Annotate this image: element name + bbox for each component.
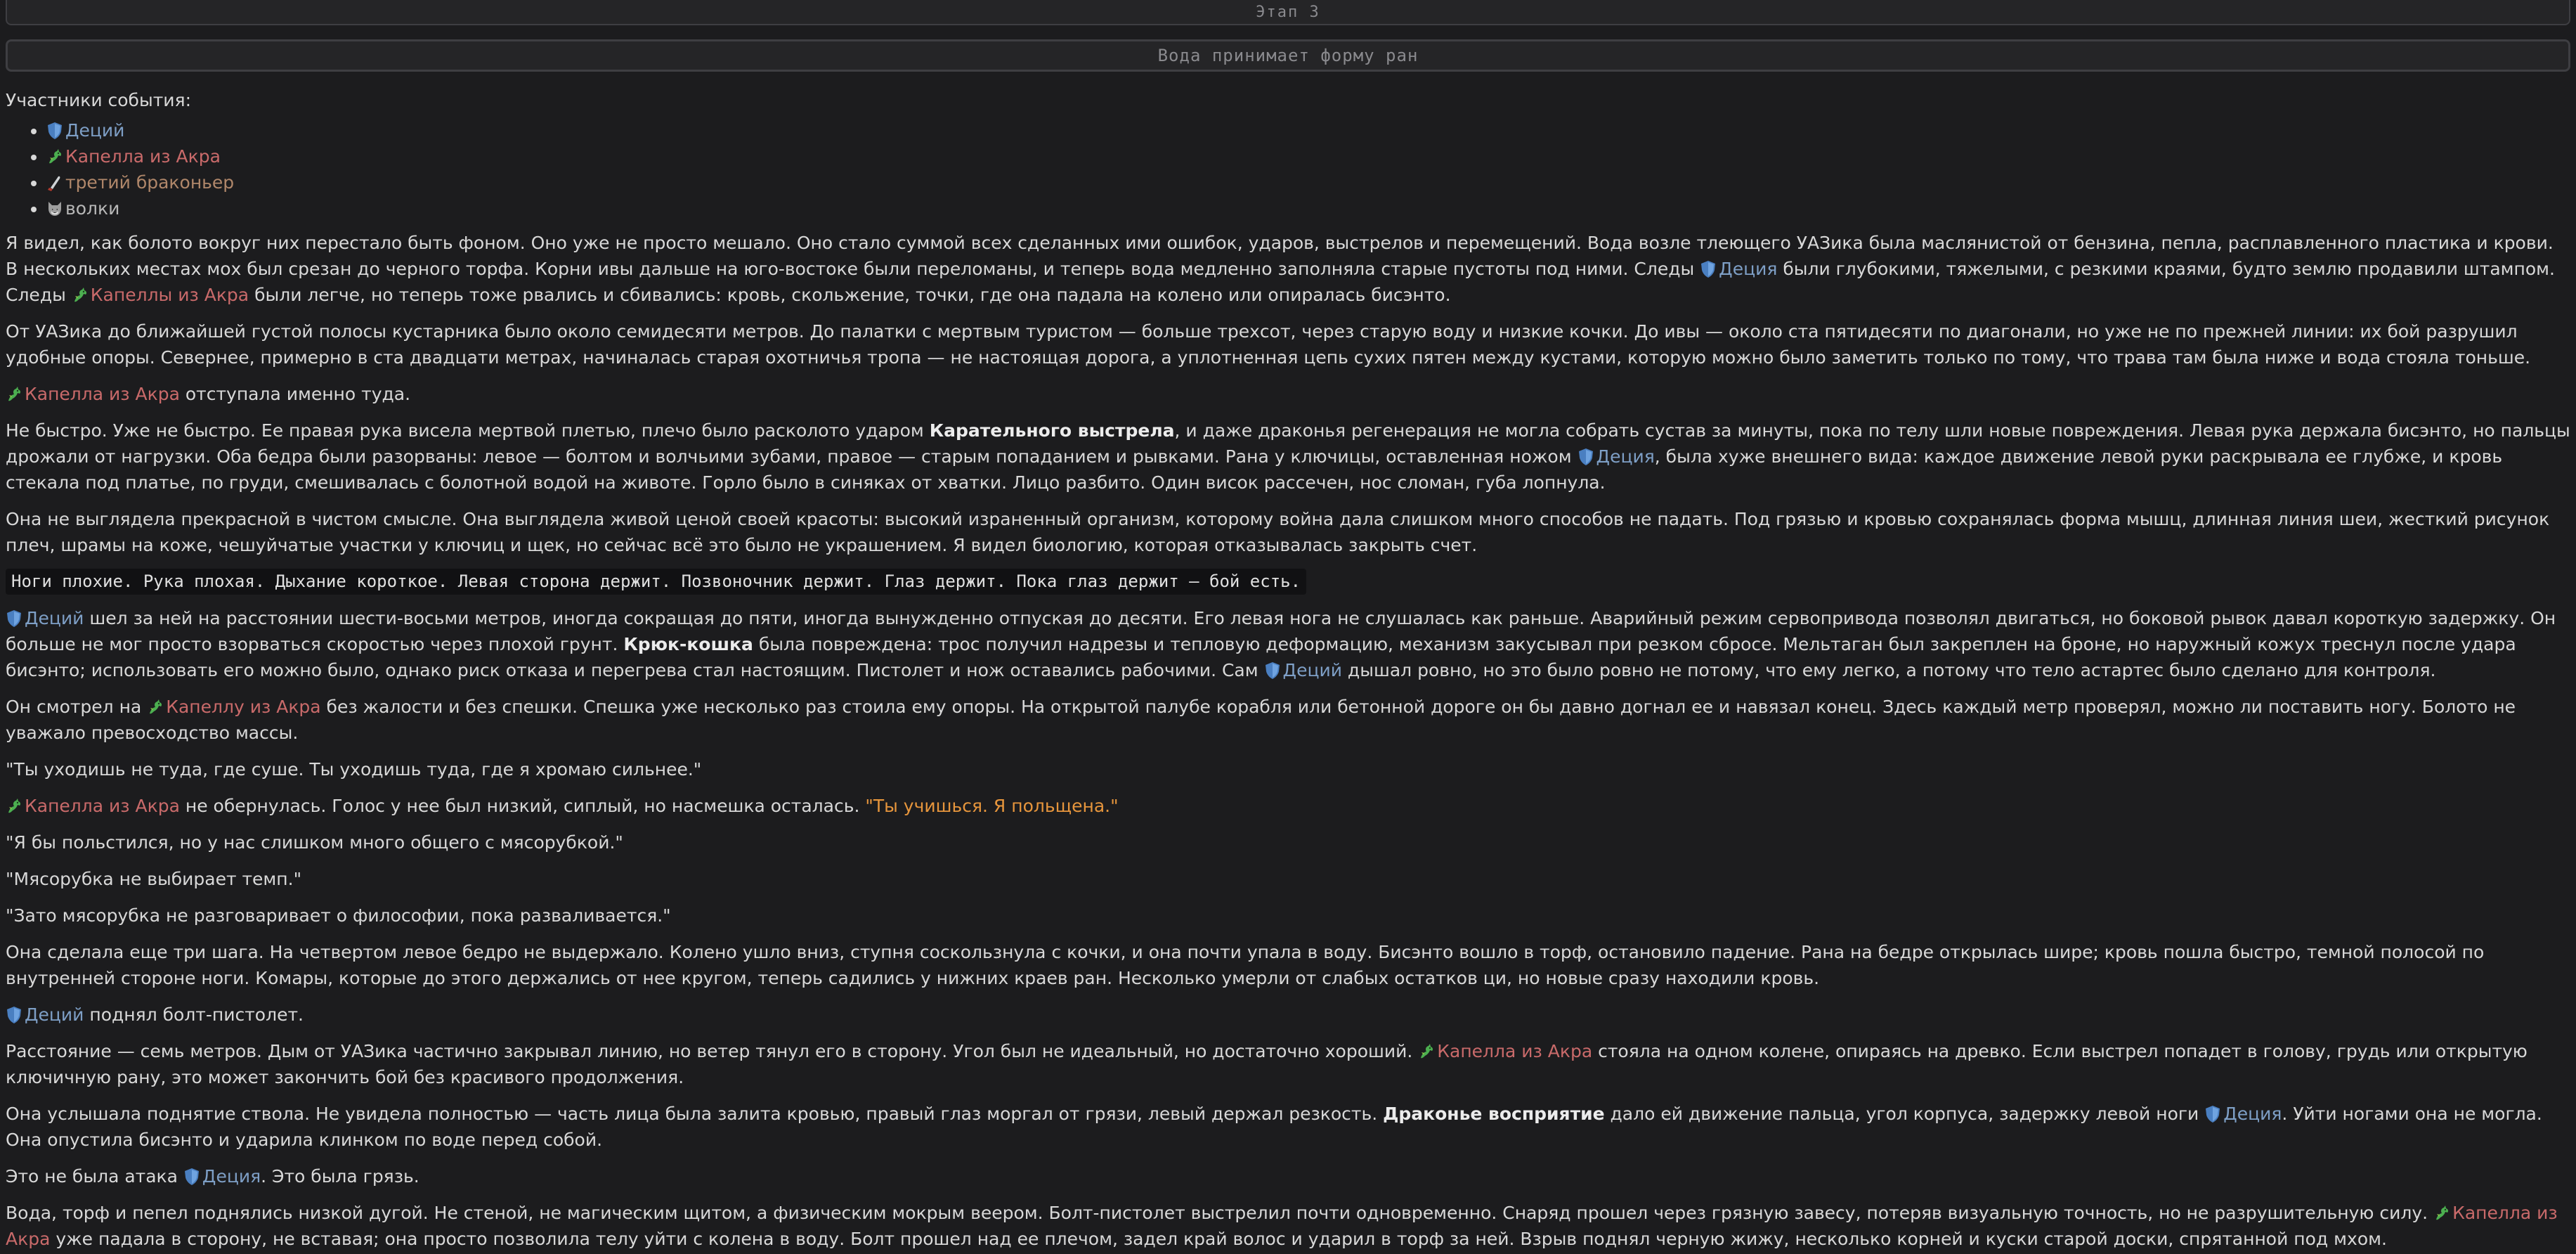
shield-icon xyxy=(2204,1105,2221,1123)
text: дало ей движение пальца, угол корпуса, з… xyxy=(1604,1104,2205,1124)
dragon-icon xyxy=(147,698,164,716)
paragraph-1: Я видел, как болото вокруг них перестало… xyxy=(6,230,2570,308)
text: Расстояние — семь метров. Дым от УАЗика … xyxy=(6,1041,1419,1061)
dragon-icon xyxy=(46,148,63,166)
mention-capella: Капеллу из Акра xyxy=(166,697,321,717)
paragraph-2: От УАЗика до ближайшей густой полосы кус… xyxy=(6,321,2531,368)
event-title: Вода принимает форму ран xyxy=(1157,46,1419,65)
participants-heading: Участники события: xyxy=(6,90,191,110)
text: без жалости и без спешки. Спешка уже нес… xyxy=(6,697,2516,743)
participant-wolves: волки xyxy=(46,195,2570,221)
dragon-icon xyxy=(6,385,22,403)
quote-4: "Мясорубка не выбирает темп." xyxy=(6,869,302,889)
mention-decius: Деций xyxy=(25,608,84,628)
participant-poacher: третий браконьер xyxy=(46,169,2570,195)
participant-decius: Деций xyxy=(46,117,2570,143)
text: дышал ровно, но это было ровно не потому… xyxy=(1341,660,2436,680)
participant-name: Капелла из Акра xyxy=(65,146,221,167)
shield-icon xyxy=(1700,260,1717,278)
text: не обернулась. Голос у нее был низкий, с… xyxy=(179,796,866,816)
paragraph-12: Она услышала поднятие ствола. Не увидела… xyxy=(6,1101,2570,1153)
stage-header[interactable]: Этап 3 xyxy=(6,0,2570,25)
paragraph-9: Она сделала еще три шага. На четвертом л… xyxy=(6,942,2485,988)
mention-decius: Деция xyxy=(202,1166,261,1187)
participant-name: волки xyxy=(65,198,120,219)
term-hook-cat: Крюк-кошка xyxy=(623,634,753,654)
event-title-bar[interactable]: Вода принимает форму ран xyxy=(6,39,2570,72)
mention-decius: Деций xyxy=(1282,660,1342,680)
mention-capella: Капелла из Акра xyxy=(25,384,180,404)
quote-3: "Я бы польстился, но у нас слишком много… xyxy=(6,832,623,853)
shield-icon xyxy=(46,122,63,140)
term-punitive-shot: Карательного выстрела xyxy=(929,420,1175,441)
paragraph-11: Расстояние — семь метров. Дым от УАЗика … xyxy=(6,1038,2570,1090)
text: отступала именно туда. xyxy=(179,384,411,404)
stage-label: Этап 3 xyxy=(1256,3,1320,21)
text: Она услышала поднятие ствола. Не увидела… xyxy=(6,1104,1384,1124)
shield-icon xyxy=(6,1006,22,1024)
text: были легче, но теперь тоже рвались и сби… xyxy=(249,285,1451,305)
participant-capella: Капелла из Акра xyxy=(46,143,2570,169)
participants-list: Деций Капелла из Акра третий браконьер в… xyxy=(6,117,2570,221)
shield-icon xyxy=(1578,448,1594,466)
participant-name: третий браконьер xyxy=(65,172,235,193)
quote-1: "Ты уходишь не туда, где суше. Ты уходиш… xyxy=(6,759,702,780)
text: Вода, торф и пепел поднялись низкой дуго… xyxy=(6,1203,2434,1223)
text: уже падала в сторону, не вставая; она пр… xyxy=(50,1229,2387,1249)
paragraph-10: Деций поднял болт-пистолет. xyxy=(6,1002,2570,1028)
paragraph-5: Она не выглядела прекрасной в чистом смы… xyxy=(6,509,2550,555)
mention-capella: Капеллы из Акра xyxy=(90,285,249,305)
text: . Это была грязь. xyxy=(261,1166,419,1187)
quote-2: "Ты учишься. Я польщена." xyxy=(865,796,1119,816)
text: Это не была атака xyxy=(6,1166,183,1187)
vitals-status-code: Ноги плохие. Рука плохая. Дыхание коротк… xyxy=(6,569,1307,595)
term-draconic-perception: Драконье восприятие xyxy=(1383,1104,1605,1124)
paragraph-3: Капелла из Акра отступала именно туда. xyxy=(6,381,2570,407)
shield-icon xyxy=(183,1168,200,1186)
paragraph-8: Капелла из Акра не обернулась. Голос у н… xyxy=(6,793,2570,819)
text: Он смотрел на xyxy=(6,697,148,717)
participant-name: Деций xyxy=(65,120,125,141)
paragraph-6: Деций шел за ней на расстоянии шести-вос… xyxy=(6,605,2570,683)
dragon-icon xyxy=(6,797,22,815)
dragon-icon xyxy=(2433,1204,2450,1222)
mention-capella: Капелла из Акра xyxy=(1437,1041,1593,1061)
mention-decius: Деция xyxy=(2223,1104,2282,1124)
mention-capella: Капелла из Акра xyxy=(25,796,180,816)
text: Не быстро. Уже не быстро. Ее правая рука… xyxy=(6,420,930,441)
shield-icon xyxy=(1264,661,1281,680)
dragon-icon xyxy=(72,286,89,304)
quote-5: "Зато мясорубка не разговаривает о филос… xyxy=(6,905,671,926)
mention-decius: Деций xyxy=(25,1004,84,1025)
paragraph-13: Это не была атака Деция. Это была грязь. xyxy=(6,1163,2570,1189)
paragraph-14: Вода, торф и пепел поднялись низкой дуго… xyxy=(6,1200,2570,1252)
paragraph-7: Он смотрел на Капеллу из Акра без жалост… xyxy=(6,694,2570,746)
mention-decius: Деция xyxy=(1719,259,1778,279)
paragraph-4: Не быстро. Уже не быстро. Ее правая рука… xyxy=(6,418,2570,496)
text: поднял болт-пистолет. xyxy=(84,1004,304,1025)
knife-icon xyxy=(46,174,63,192)
shield-icon xyxy=(6,609,22,628)
mention-decius: Деция xyxy=(1596,446,1655,467)
dragon-icon xyxy=(1418,1042,1435,1061)
wolf-icon xyxy=(46,200,63,218)
story-page: Этап 3 Вода принимает форму ран Участник… xyxy=(0,0,2576,1254)
